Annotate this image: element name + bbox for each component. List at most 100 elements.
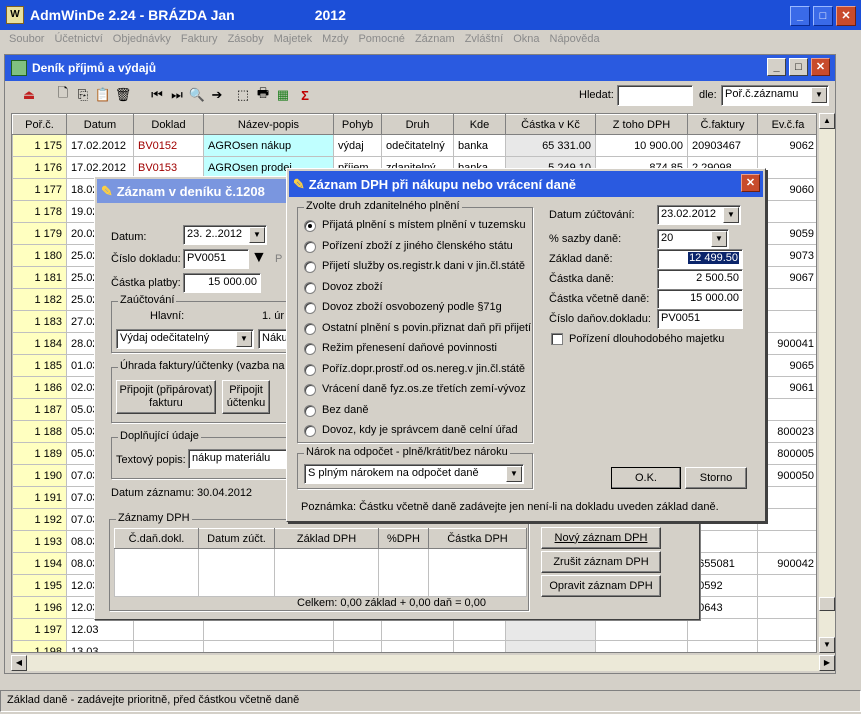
supply-type-radio[interactable] [304,322,316,335]
supply-type-option-label[interactable]: Poříz.dopr.prostř.od os.nereg.v jin.čl.s… [322,363,525,375]
app-minimize-button[interactable]: _ [790,6,810,26]
table-cell[interactable]: 1 194 [12,552,67,575]
new-vat-button[interactable]: Nový záznam DPH [541,527,661,549]
table-cell[interactable]: 900042 [757,552,816,575]
delete-icon[interactable]: 🗑 [113,85,133,105]
supply-type-radio[interactable] [304,343,316,355]
table-cell[interactable]: 1 185 [12,354,67,377]
new-icon[interactable]: 🗋 [53,85,73,105]
column-header[interactable]: Z toho DPH [595,114,688,135]
table-cell[interactable]: 1 177 [12,178,67,201]
column-header[interactable]: Pohyb [333,114,382,135]
table-cell[interactable]: 1 193 [12,530,67,553]
table-cell[interactable]: 1 190 [12,464,67,487]
table-cell[interactable]: 1 175 [12,134,67,157]
scroll-up-icon[interactable]: ▲ [819,113,835,129]
sum-icon[interactable]: Σ [295,85,315,105]
table-cell[interactable]: banka [453,134,506,157]
longterm-asset-checkbox[interactable] [551,333,563,345]
table-cell[interactable]: 9065 [757,354,816,377]
first-record-icon[interactable]: ⏮ [147,85,167,105]
scroll-thumb[interactable] [819,597,835,611]
search-input[interactable] [617,85,693,106]
supply-type-option-label[interactable]: Přijatá plnění s místem plnění v tuzemsk… [322,219,526,231]
vat-dialog-close-button[interactable]: ✕ [741,174,760,192]
text-desc-input[interactable]: nákup materiálu [188,449,290,469]
table-cell[interactable]: 9062 [757,134,816,157]
table-cell[interactable]: 1 182 [12,288,67,311]
journal-minimize-button[interactable]: _ [767,58,786,76]
table-cell[interactable] [757,310,816,333]
cancel-vat-button[interactable]: Zrušit záznam DPH [541,551,661,573]
vat-base-input[interactable]: 12 499.50 [657,249,743,269]
vat-ok-button[interactable]: O.K. [611,467,681,489]
search-by-select[interactable]: Poř.č.záznamu ▼ [721,85,829,106]
menu-item[interactable]: Účetnictví [49,33,107,45]
column-header[interactable]: Druh [381,114,454,135]
table-cell[interactable] [757,596,816,619]
chevron-down-icon[interactable]: ▼ [506,466,522,482]
table-cell[interactable] [133,618,204,641]
vat-total-input[interactable]: 15 000.00 [657,289,743,309]
table-cell[interactable]: 1 178 [12,200,67,223]
app-close-button[interactable]: ✕ [836,6,856,26]
table-cell[interactable]: 1 188 [12,420,67,443]
journal-hscroll[interactable]: ◀ ▶ [11,655,835,671]
record-doc-input[interactable]: PV0051 [183,249,249,269]
table-cell[interactable]: 1 183 [12,310,67,333]
table-cell[interactable]: 12.03 [66,618,134,641]
supply-type-radio[interactable] [304,281,316,294]
table-cell[interactable] [333,640,382,652]
supply-type-option-label[interactable]: Dovoz, kdy je správcem daně celní úřad [322,424,518,436]
table-cell[interactable] [203,618,334,641]
scroll-right-icon[interactable]: ▶ [819,655,835,671]
claim-select[interactable]: S plným nárokem na odpočet daně ▼ [304,464,524,484]
table-cell[interactable] [757,618,816,641]
table-cell[interactable]: 1 180 [12,244,67,267]
table-cell[interactable]: 1 197 [12,618,67,641]
posting-main-select[interactable]: Výdaj odečitatelný ▼ [116,329,254,349]
supply-type-radio[interactable] [304,220,316,232]
copy-icon[interactable]: ⎘ [73,85,93,105]
table-cell[interactable] [381,640,454,652]
menu-item[interactable]: Mzdy [317,33,353,45]
supply-type-radio[interactable] [304,384,316,396]
scroll-left-icon[interactable]: ◀ [11,655,27,671]
table-cell[interactable]: 1 181 [12,266,67,289]
table-cell[interactable]: 9067 [757,266,816,289]
table-cell[interactable] [203,640,334,652]
table-cell[interactable]: výdaj [333,134,382,157]
menu-item[interactable]: Majetek [269,33,318,45]
supply-type-option-label[interactable]: Dovoz zboží osvobozený podle §71g [322,301,502,313]
column-header[interactable]: Název-popis [203,114,334,135]
table-cell[interactable] [333,618,382,641]
record-amount-input[interactable]: 15 000.00 [183,273,261,293]
chevron-down-icon[interactable]: ▼ [249,227,265,243]
menu-item[interactable]: Záznam [410,33,460,45]
table-cell[interactable]: 1 186 [12,376,67,399]
menu-item[interactable]: Nápověda [545,33,605,45]
excel-icon[interactable]: ▦ [273,85,293,105]
column-header[interactable]: Částka v Kč [505,114,596,135]
menu-item[interactable]: Objednávky [108,33,176,45]
table-cell[interactable]: 1 176 [12,156,67,179]
chevron-down-icon[interactable]: ▼ [711,231,727,247]
table-cell[interactable] [757,288,816,311]
table-cell[interactable]: 9059 [757,222,816,245]
paste-icon[interactable]: 📋 [93,85,113,105]
table-cell[interactable]: 9060 [757,178,816,201]
supply-type-radio[interactable] [304,240,316,253]
table-cell[interactable] [595,618,688,641]
vat-taxdoc-input[interactable]: PV0051 [657,309,743,329]
chevron-down-icon[interactable]: ▼ [811,87,827,103]
table-cell[interactable]: 1 198 [12,640,67,652]
table-cell[interactable] [757,156,816,179]
table-cell[interactable]: 1 191 [12,486,67,509]
table-cell[interactable] [687,640,758,652]
column-header[interactable]: Č.faktury [687,114,758,135]
select-icon[interactable]: ⬚ [233,85,253,105]
scroll-down-icon[interactable]: ▼ [819,637,835,653]
supply-type-option-label[interactable]: Režim přenesení daňové povinnosti [322,342,497,354]
supply-type-option-label[interactable]: Pořízení zboží z jiného členského státu [322,240,513,252]
table-cell[interactable]: 1 195 [12,574,67,597]
